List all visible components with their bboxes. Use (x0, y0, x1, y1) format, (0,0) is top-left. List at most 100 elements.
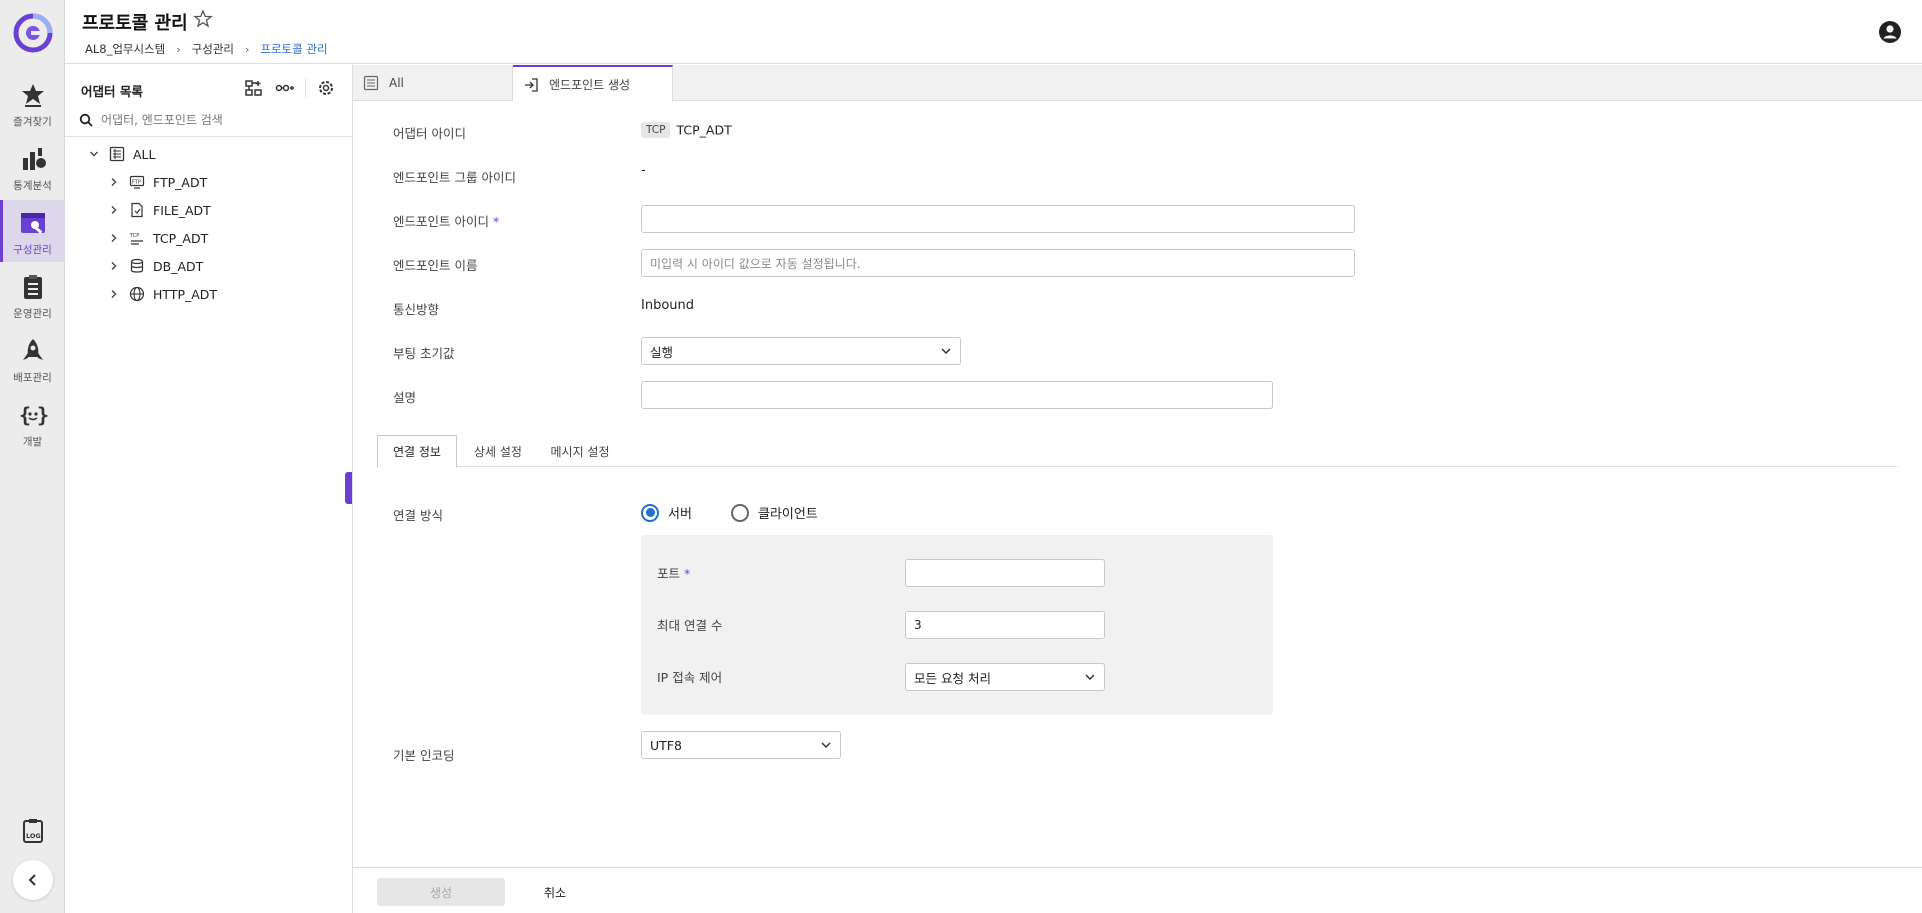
chevron-left-icon (28, 874, 36, 886)
required-asterisk-icon: * (492, 214, 500, 229)
breadcrumb-item[interactable]: 구성관리 (192, 41, 234, 57)
rail-label: 배포관리 (13, 372, 52, 384)
port-label: 포트 * (657, 563, 690, 582)
tree-node-file[interactable]: FILE_ADT (65, 196, 353, 224)
login-arrow-icon (525, 77, 538, 92)
rail-item-config[interactable]: 구성관리 (0, 200, 65, 262)
tree-node-label: FTP_ADT (153, 174, 208, 190)
radio-checked-icon (641, 503, 659, 522)
radio-unchecked-icon (731, 503, 749, 522)
rail-item-deploy[interactable]: 배포관리 (0, 328, 65, 390)
favorite-star-icon[interactable] (193, 9, 213, 29)
page-header: 프로토콜 관리 AL8_업무시스템 › 구성관리 › 프로토콜 관리 (65, 0, 1922, 64)
connection-method-label: 연결 방식 (393, 508, 443, 523)
boot-label: 부팅 초기값 (393, 346, 455, 361)
tree-divider (65, 136, 353, 137)
breadcrumb-item[interactable]: AL8_업무시스템 (85, 41, 165, 57)
port-input[interactable] (905, 559, 1105, 587)
tree-node-http[interactable]: HTTP_ADT (65, 280, 353, 308)
rail-item-operations[interactable]: 운영관리 (0, 264, 65, 326)
adapter-id-label: 어댑터 아이디 (393, 126, 466, 141)
app-logo-icon[interactable] (13, 13, 53, 53)
radio-label: 클라이언트 (758, 507, 818, 522)
endpoint-name-input[interactable]: 미입력 시 아이디 값으로 자동 설정됩니다. (641, 249, 1355, 277)
ip-control-select[interactable]: 모든 요청 처리 (905, 663, 1105, 691)
endpoint-id-input[interactable] (641, 205, 1355, 233)
cancel-button[interactable]: 취소 (525, 878, 585, 906)
chevron-down-icon (941, 348, 951, 355)
tab-all[interactable]: All (353, 65, 513, 101)
ftp-icon: FTP (129, 175, 145, 189)
tree-toolbar (243, 77, 346, 99)
group-id-value: - (641, 163, 646, 178)
encoding-label: 기본 인코딩 (393, 748, 455, 763)
tree-node-tcp[interactable]: TCP TCP_ADT (65, 224, 353, 252)
chevron-right-icon[interactable] (107, 231, 121, 245)
endpoint-id-label: 엔드포인트 아이디 * (393, 211, 499, 230)
encoding-select[interactable]: UTF8 (641, 731, 841, 759)
panel-resize-handle[interactable] (345, 472, 352, 504)
rail-item-statistics[interactable]: 통계분석 (0, 136, 65, 198)
chevron-right-icon[interactable] (107, 203, 121, 217)
tcp-icon: TCP (129, 233, 143, 245)
tab-create-endpoint[interactable]: 엔드포인트 생성 (513, 65, 673, 102)
tree-node-all[interactable]: ALL (65, 140, 353, 168)
rail-label: 운영관리 (13, 308, 52, 320)
clipboard-icon (23, 275, 42, 299)
tree-node-label: FILE_ADT (153, 202, 211, 218)
rail-item-favorites[interactable]: 즐겨찾기 (0, 72, 65, 134)
tab-label: All (389, 76, 404, 90)
endpoint-id-label-text: 엔드포인트 아이디 (393, 214, 489, 229)
collapse-sidebar-button[interactable] (13, 860, 53, 900)
breadcrumb-item-current[interactable]: 프로토콜 관리 (260, 41, 327, 57)
description-input[interactable] (641, 381, 1273, 409)
radio-client[interactable]: 클라이언트 (731, 503, 818, 522)
toolbar-divider (305, 79, 306, 97)
tree-node-label: TCP_ADT (153, 230, 209, 246)
description-label: 설명 (393, 390, 417, 405)
chevron-right-icon[interactable] (107, 259, 121, 273)
list-icon (363, 75, 379, 91)
list-icon (109, 146, 125, 162)
adapter-tree: ALL FTP FTP_ADT FILE_ADT TCP TCP_ADT DB_… (65, 140, 353, 308)
config-icon (20, 213, 45, 234)
tree-node-label: HTTP_ADT (153, 286, 218, 302)
svg-text:TCP: TCP (129, 233, 139, 239)
boot-select-value: 실행 (650, 344, 674, 360)
gear-icon (319, 81, 333, 95)
svg-text:}: } (37, 403, 48, 427)
chevron-right-icon[interactable] (107, 287, 121, 301)
subtab-connection[interactable]: 연결 정보 (377, 435, 457, 468)
user-account-icon[interactable] (1878, 20, 1902, 44)
tree-node-ftp[interactable]: FTP FTP_ADT (65, 168, 353, 196)
detail-subtabs: 연결 정보 상세 설정 메시지 설정 (377, 435, 1897, 468)
add-endpoint-button[interactable] (274, 77, 296, 99)
subtab-message[interactable]: 메시지 설정 (539, 435, 621, 467)
tree-node-db[interactable]: DB_ADT (65, 252, 353, 280)
add-adapter-button[interactable] (243, 77, 265, 99)
create-button[interactable]: 생성 (377, 878, 505, 906)
tree-search-input[interactable] (101, 113, 321, 127)
file-icon (131, 202, 143, 218)
rail-label: 즐겨찾기 (13, 116, 52, 128)
adapter-id-value: TCP TCP_ADT (641, 122, 732, 138)
tree-settings-button[interactable] (315, 77, 337, 99)
ip-control-value: 모든 요청 처리 (914, 670, 991, 686)
direction-label: 통신방향 (393, 302, 440, 317)
radio-label: 서버 (668, 507, 692, 522)
radio-server[interactable]: 서버 (641, 503, 692, 522)
breadcrumb-separator-icon: › (176, 42, 181, 56)
main-content: All 엔드포인트 생성 어댑터 아이디 TCP TCP_ADT 엔드포인트 그룹… (345, 65, 1922, 913)
form-footer: 생성 취소 (353, 867, 1922, 913)
boot-select[interactable]: 실행 (641, 337, 961, 365)
subtab-detail[interactable]: 상세 설정 (457, 435, 539, 467)
max-connections-input[interactable]: 3 (905, 611, 1105, 639)
chevron-right-icon[interactable] (107, 175, 121, 189)
chevron-down-icon[interactable] (87, 147, 101, 161)
log-icon[interactable]: LOG (20, 818, 46, 844)
tree-search (79, 109, 339, 131)
encoding-value: UTF8 (650, 737, 682, 753)
rail-item-develop[interactable]: { } 개발 (0, 392, 65, 454)
rail-label: 개발 (22, 436, 43, 448)
adapter-id-text: TCP_ADT (676, 122, 732, 138)
